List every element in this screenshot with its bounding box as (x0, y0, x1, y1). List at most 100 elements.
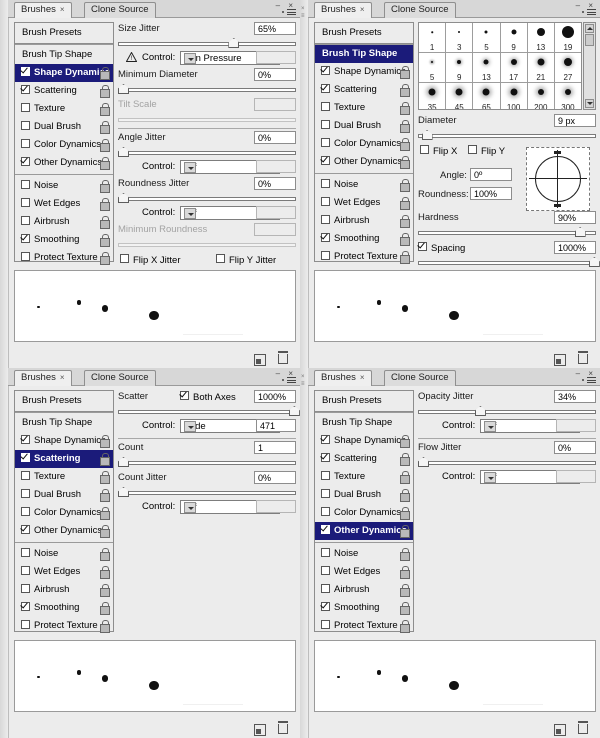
lock-icon[interactable] (100, 602, 109, 613)
new-brush-icon[interactable] (254, 354, 266, 366)
sidebar-item-other-dynamics[interactable]: Other Dynamics (15, 522, 113, 540)
minimum-diameter-value[interactable]: 0% (254, 68, 296, 81)
delete-brush-icon[interactable] (578, 724, 588, 734)
lock-icon[interactable] (100, 489, 109, 500)
sidebar-item-brush-tip-shape[interactable]: Brush Tip Shape (15, 44, 113, 64)
checkbox-protect-texture[interactable] (321, 251, 330, 260)
angle-control-extra[interactable] (256, 160, 296, 173)
sidebar-item-shape-dynamics[interactable]: Shape Dynamics (315, 432, 413, 450)
checkbox-both-axes[interactable]: Both Axes (180, 391, 236, 403)
lock-icon[interactable] (400, 215, 409, 226)
sidebar-item-shape-dynamics[interactable]: Shape Dynamics (315, 63, 413, 81)
sidebar-item-noise[interactable]: Noise (315, 545, 413, 563)
brush-preset-cell[interactable]: 300 (555, 83, 581, 110)
sidebar-item-protect-texture[interactable]: Protect Texture (15, 249, 113, 267)
brush-preset-grid[interactable]: 1 3 5 9 13 19 5 9 13 17 21 (418, 22, 582, 110)
sidebar-item-noise[interactable]: Noise (15, 177, 113, 195)
checkbox-dual-brush[interactable] (321, 489, 330, 498)
lock-icon[interactable] (400, 251, 409, 262)
checkbox-texture[interactable] (321, 102, 330, 111)
checkbox-shape-dynamics[interactable] (321, 435, 330, 444)
sidebar-item-dual-brush[interactable]: Dual Brush (15, 486, 113, 504)
brush-preset-cell[interactable]: 5 (419, 53, 446, 82)
scatter-slider[interactable] (118, 406, 296, 417)
delete-brush-icon[interactable] (578, 354, 588, 364)
sidebar-item-texture[interactable]: Texture (315, 468, 413, 486)
checkbox-flip-y[interactable]: Flip Y (468, 145, 505, 157)
sidebar-item-other-dynamics[interactable]: Other Dynamics (15, 154, 113, 172)
checkbox-noise[interactable] (321, 548, 330, 557)
new-brush-icon[interactable] (554, 354, 566, 366)
panel-menu-icon[interactable] (582, 9, 596, 17)
checkbox-airbrush[interactable] (321, 215, 330, 224)
checkbox-scattering[interactable] (321, 84, 330, 93)
lock-icon[interactable] (100, 548, 109, 559)
count-value[interactable]: 1 (254, 441, 296, 454)
brush-preset-cell[interactable]: 65 (473, 83, 500, 110)
scatter-value[interactable]: 1000% (254, 390, 296, 403)
sidebar-item-scattering[interactable]: Scattering (15, 450, 113, 468)
tab-brushes[interactable]: Brushes× (14, 370, 72, 386)
checkbox-other-dynamics[interactable] (321, 156, 330, 165)
sidebar-item-smoothing[interactable]: Smoothing (15, 599, 113, 617)
checkbox-wet-edges[interactable] (321, 197, 330, 206)
checkbox-wet-edges[interactable] (21, 566, 30, 575)
panel-menu-icon[interactable] (282, 9, 296, 17)
sidebar-item-dual-brush[interactable]: Dual Brush (15, 118, 113, 136)
lock-icon[interactable] (400, 584, 409, 595)
checkbox-protect-texture[interactable] (21, 620, 30, 629)
tab-brushes[interactable]: Brushes× (314, 2, 372, 18)
brush-preset-cell[interactable]: 100 (501, 83, 528, 110)
sidebar-item-wet-edges[interactable]: Wet Edges (315, 194, 413, 212)
minimum-diameter-slider[interactable] (118, 84, 296, 95)
flow-jitter-slider[interactable] (418, 457, 596, 468)
checkbox-scattering[interactable] (21, 85, 30, 94)
checkbox-dual-brush[interactable] (321, 120, 330, 129)
count-jitter-value[interactable]: 0% (254, 471, 296, 484)
sidebar-item-smoothing[interactable]: Smoothing (315, 599, 413, 617)
checkbox-noise[interactable] (321, 179, 330, 188)
scroll-up-icon[interactable] (585, 24, 594, 33)
lock-icon[interactable] (100, 525, 109, 536)
checkbox-protect-texture[interactable] (321, 620, 330, 629)
spacing-slider[interactable] (418, 257, 596, 268)
sidebar-item-protect-texture[interactable]: Protect Texture (315, 248, 413, 266)
lock-icon[interactable] (400, 453, 409, 464)
diameter-slider[interactable] (418, 130, 596, 141)
checkbox-smoothing[interactable] (21, 234, 30, 243)
checkbox-scattering[interactable] (321, 453, 330, 462)
brush-preset-cell[interactable]: 27 (555, 53, 581, 82)
lock-icon[interactable] (100, 157, 109, 168)
sidebar-item-airbrush[interactable]: Airbrush (15, 581, 113, 599)
opacity-jitter-slider[interactable] (418, 406, 596, 417)
delete-brush-icon[interactable] (278, 354, 288, 364)
brush-grid-scrollbar[interactable] (583, 22, 596, 110)
chevron-down-icon[interactable] (484, 472, 496, 483)
hardness-value[interactable]: 90% (554, 211, 596, 224)
lock-icon[interactable] (100, 566, 109, 577)
lock-icon[interactable] (400, 620, 409, 631)
lock-icon[interactable] (400, 525, 409, 536)
checkbox-smoothing[interactable] (321, 233, 330, 242)
lock-icon[interactable] (400, 548, 409, 559)
chevron-down-icon[interactable] (184, 162, 196, 173)
tab-close-icon[interactable]: × (360, 373, 365, 382)
sidebar-item-scattering[interactable]: Scattering (315, 450, 413, 468)
count-control-extra[interactable] (256, 500, 296, 513)
checkbox-noise[interactable] (21, 548, 30, 557)
checkbox-airbrush[interactable] (21, 216, 30, 225)
tab-close-icon[interactable]: × (60, 373, 65, 382)
lock-icon[interactable] (100, 507, 109, 518)
lock-icon[interactable] (100, 584, 109, 595)
checkbox-airbrush[interactable] (321, 584, 330, 593)
angle-jitter-slider[interactable] (118, 147, 296, 158)
sidebar-item-wet-edges[interactable]: Wet Edges (315, 563, 413, 581)
tab-brushes[interactable]: Brushes× (14, 2, 72, 18)
brush-preset-cell[interactable]: 3 (446, 23, 473, 52)
sidebar-item-brush-tip-shape[interactable]: Brush Tip Shape (315, 44, 413, 63)
panel-menu-icon[interactable] (582, 377, 596, 385)
lock-icon[interactable] (400, 435, 409, 446)
lock-icon[interactable] (400, 566, 409, 577)
checkbox-other-dynamics[interactable] (21, 157, 30, 166)
sidebar-item-texture[interactable]: Texture (15, 100, 113, 118)
